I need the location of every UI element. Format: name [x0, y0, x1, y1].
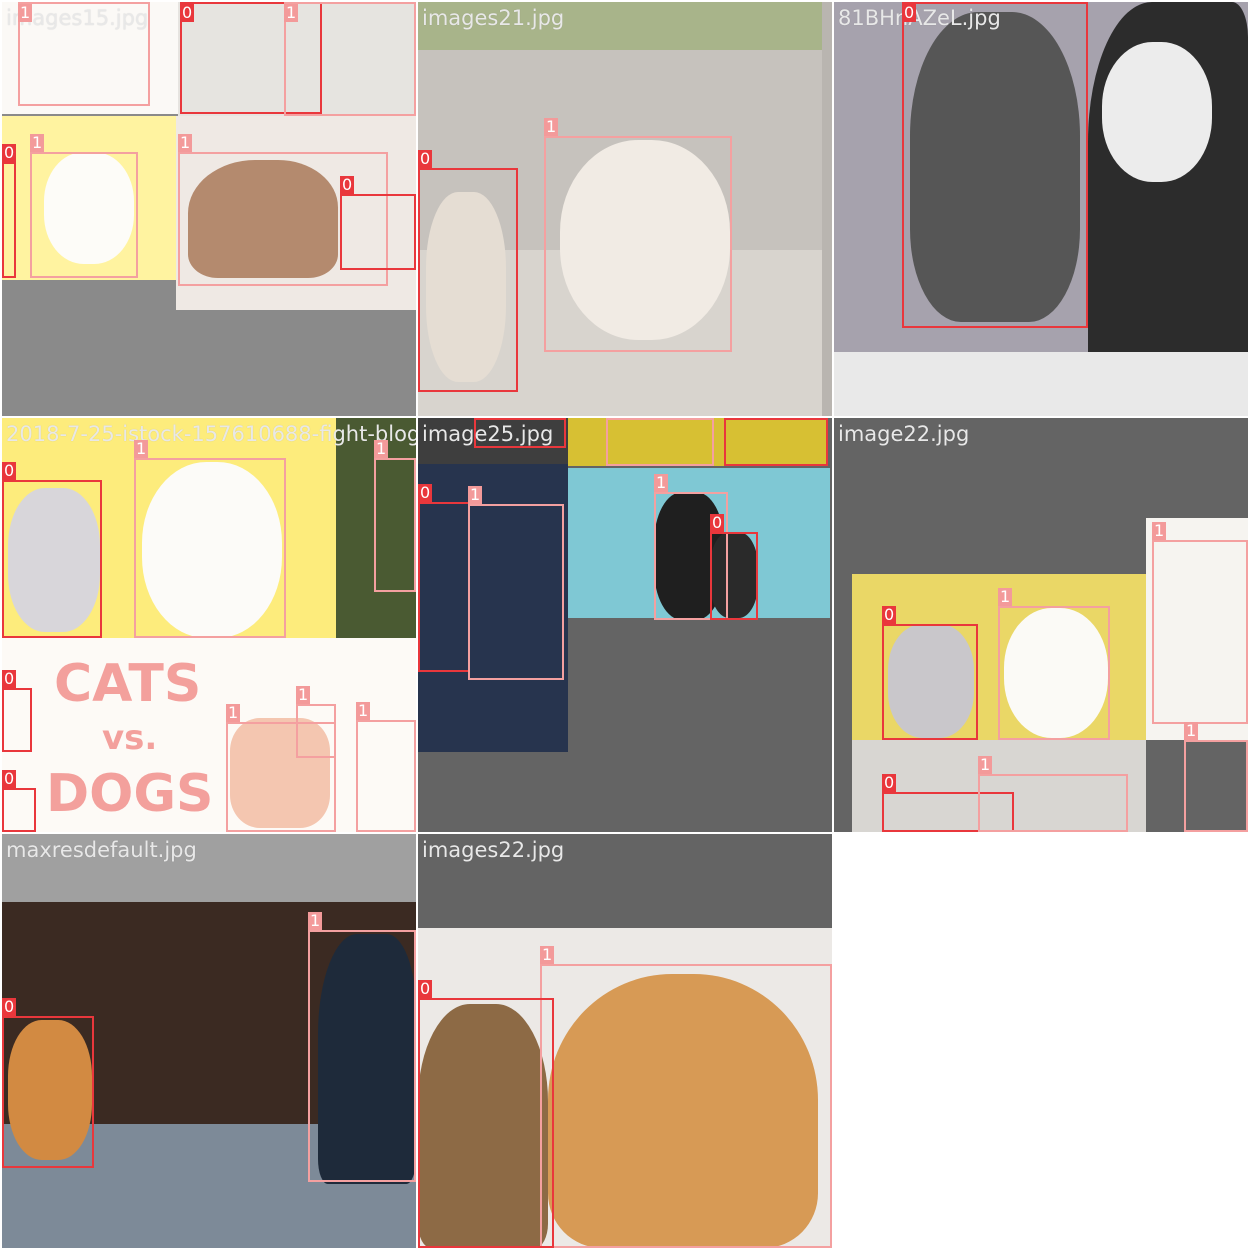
mosaic-tile-2: images21.jpg 1 0	[418, 2, 832, 416]
class-label: 0	[418, 483, 433, 502]
poster-word-vs: vs.	[102, 718, 158, 758]
box-dog	[998, 606, 1110, 740]
class-label: 1	[468, 485, 483, 504]
mosaic-tile-8: images22.jpg 1 0	[418, 834, 832, 1248]
class-label: 1	[18, 3, 33, 22]
mosaic-tile-7: maxresdefault.jpg 0 1	[2, 834, 416, 1248]
box-cat	[710, 532, 758, 620]
class-label: 1	[296, 685, 311, 704]
class-label: 0	[2, 461, 17, 480]
tile-filename: images21.jpg	[422, 6, 565, 30]
poster-word-cats: CATS	[54, 654, 202, 714]
box-dog	[544, 136, 732, 352]
box-cat	[882, 624, 978, 740]
class-label: 0	[180, 3, 195, 22]
class-label: 0	[418, 149, 433, 168]
class-label: 1	[134, 439, 149, 458]
box-dog	[1152, 540, 1248, 724]
class-label: 0	[2, 143, 17, 162]
class-label: 0	[2, 997, 17, 1016]
class-label: 1	[284, 3, 299, 22]
box-cat	[418, 998, 554, 1248]
box-cat	[2, 480, 102, 638]
mosaic-tile-4: CATS vs. DOGS 2018-7-25-istock-157610688…	[2, 418, 416, 832]
mosaic-tile-5: image25.jpg 0 1 0 0 1 1 0	[418, 418, 832, 832]
tile-filename: image25.jpg	[422, 422, 554, 446]
class-label: 0	[882, 605, 897, 624]
box-cat	[724, 418, 828, 466]
class-label: 1	[544, 117, 559, 136]
class-label: 1	[978, 755, 993, 774]
tile-filename: maxresdefault.jpg	[6, 838, 197, 862]
class-label: 1	[178, 133, 193, 152]
class-label: 1	[356, 701, 371, 720]
box-cat	[418, 502, 470, 672]
class-label: 0	[340, 175, 355, 194]
box-dog	[134, 458, 286, 638]
class-label: 0	[418, 979, 433, 998]
class-label: 1	[308, 911, 323, 930]
box-dog	[540, 964, 832, 1248]
tile-filename: images22.jpg	[422, 838, 565, 862]
class-label: 1	[998, 587, 1013, 606]
class-label: 1	[1152, 521, 1167, 540]
box-dog	[468, 504, 564, 680]
box-dog	[1184, 740, 1248, 832]
tile-filename: 81BHnAZeL.jpg	[838, 6, 1001, 30]
face	[1102, 42, 1212, 182]
class-label: 1	[30, 133, 45, 152]
class-label: 1	[374, 439, 389, 458]
box-cat	[418, 168, 518, 392]
class-label: 1	[540, 945, 555, 964]
box-dog	[308, 930, 416, 1182]
class-label: 1	[654, 473, 669, 492]
box-cat	[2, 162, 16, 278]
box-cat	[340, 194, 416, 270]
tile-filename: 2018-7-25-istock-157610688-fight-blog.jp…	[6, 422, 416, 446]
box-cat	[2, 688, 32, 752]
class-label: 0	[710, 513, 725, 532]
class-label: 0	[902, 3, 917, 22]
box-dog	[978, 774, 1128, 832]
box-dog	[296, 704, 336, 758]
mosaic-tile-3: 81BHnAZeL.jpg 0	[834, 2, 1248, 416]
mosaic-tile-6: image22.jpg 0 1 1 0 1 1	[834, 418, 1248, 832]
class-label: 0	[2, 669, 17, 688]
mosaic-tile-1: images15.jpg 1 0 1 0 1 1 0	[2, 2, 416, 416]
box-dog	[284, 2, 416, 116]
box-dog	[356, 720, 416, 832]
box-cat	[902, 2, 1088, 328]
image-region	[834, 352, 1248, 416]
box-cat	[2, 788, 36, 832]
box-cat	[2, 1016, 94, 1168]
box-dog	[374, 458, 416, 592]
box-dog	[30, 152, 138, 278]
class-label: 0	[2, 769, 17, 788]
class-label: 0	[882, 773, 897, 792]
class-label: 1	[1184, 721, 1199, 740]
tile-filename: image22.jpg	[838, 422, 970, 446]
poster-word-dogs: DOGS	[46, 764, 214, 824]
class-label: 1	[226, 703, 241, 722]
box-dog	[606, 418, 714, 466]
